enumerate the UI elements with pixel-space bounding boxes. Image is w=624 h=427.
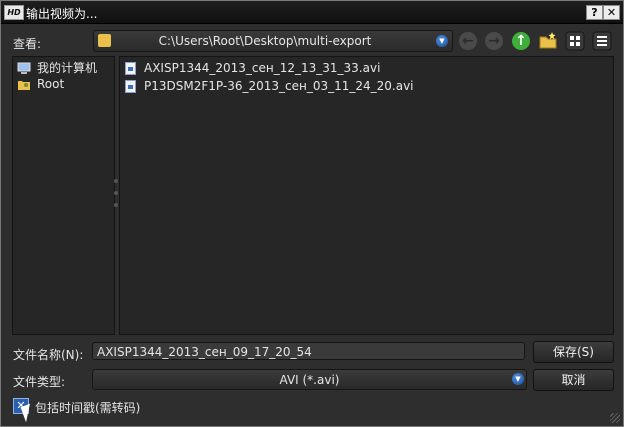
look-in-combo[interactable]: C:\Users\Root\Desktop\multi-export ▼: [93, 30, 453, 52]
file-name-input[interactable]: AXISP1344_2013_сен_09_17_20_54: [92, 342, 525, 360]
new-folder-svg: [539, 32, 557, 49]
user-folder-icon: [17, 78, 31, 91]
grid-view-svg: [565, 31, 585, 51]
close-button[interactable]: ✕: [603, 5, 620, 20]
file-type-value: AVI (*.avi): [279, 373, 340, 387]
file-type-combo[interactable]: AVI (*.avi) ▼: [92, 369, 527, 390]
export-video-dialog: HD 输出视频为... ? ✕ 查看: C:\Users\Root\Deskto…: [0, 0, 624, 427]
back-arrow-icon[interactable]: ←: [459, 32, 477, 50]
up-arrow-icon[interactable]: ↑: [512, 32, 530, 50]
cancel-button[interactable]: 取消: [533, 369, 614, 391]
places-sidebar: 我的计算机 Root: [12, 56, 115, 335]
timestamp-checkbox-label[interactable]: 包括时间戳(需转码): [35, 399, 140, 416]
sidebar-item-label: Root: [37, 77, 65, 91]
list-view-icon[interactable]: [592, 31, 612, 51]
resize-grip-icon[interactable]: [610, 413, 620, 423]
computer-icon: [17, 62, 31, 75]
video-file-icon: [125, 62, 136, 75]
save-button[interactable]: 保存(S): [533, 341, 614, 363]
help-button[interactable]: ?: [586, 5, 603, 20]
title-bar[interactable]: HD 输出视频为... ? ✕: [1, 1, 623, 24]
file-type-label: 文件类型:: [13, 375, 66, 389]
grid-view-icon[interactable]: [565, 31, 585, 51]
mouse-cursor-icon: [20, 403, 36, 423]
list-view-svg: [592, 31, 612, 51]
video-file-icon: [125, 80, 136, 93]
app-logo-icon: HD: [4, 5, 24, 20]
sidebar-item-computer[interactable]: 我的计算机: [17, 60, 97, 76]
look-in-label: 查看:: [13, 37, 42, 51]
file-name: P13DSM2F1P-36_2013_сен_03_11_24_20.avi: [144, 79, 414, 93]
file-item[interactable]: P13DSM2F1P-36_2013_сен_03_11_24_20.avi: [125, 78, 414, 94]
file-name-label: 文件名称(N):: [13, 348, 84, 362]
file-item[interactable]: AXISP1344_2013_сен_12_13_31_33.avi: [125, 60, 380, 76]
file-name: AXISP1344_2013_сен_12_13_31_33.avi: [144, 61, 381, 75]
chevron-down-icon[interactable]: ▼: [436, 35, 448, 47]
new-folder-icon[interactable]: [538, 31, 558, 51]
chevron-down-icon[interactable]: ▼: [512, 373, 524, 385]
sidebar-item-root[interactable]: Root: [17, 76, 64, 92]
current-path: C:\Users\Root\Desktop\multi-export: [158, 34, 372, 48]
forward-arrow-icon[interactable]: →: [485, 32, 503, 50]
sidebar-item-label: 我的计算机: [37, 61, 98, 75]
file-list: AXISP1344_2013_сен_12_13_31_33.avi P13DS…: [119, 56, 614, 335]
window-title: 输出视频为...: [26, 7, 98, 21]
